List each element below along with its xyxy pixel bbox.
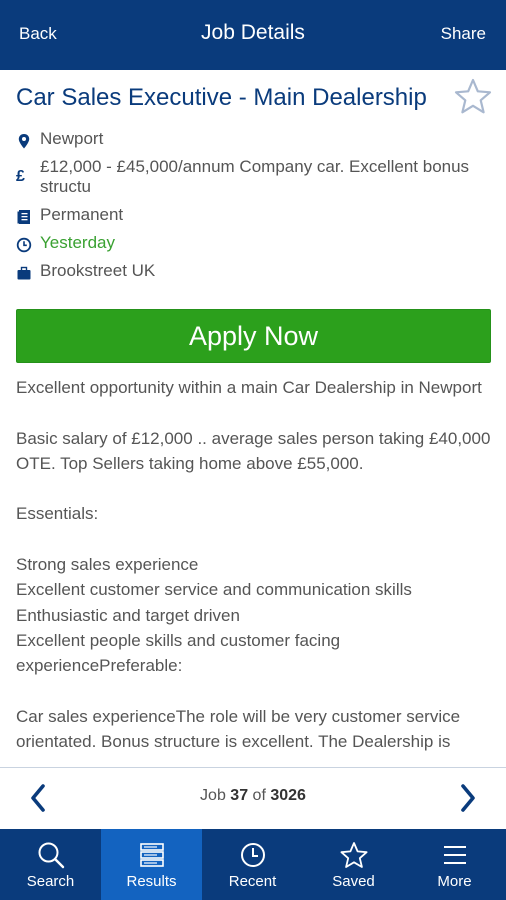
star-icon bbox=[340, 842, 368, 868]
tab-search-label: Search bbox=[26, 873, 75, 890]
job-type: Permanent bbox=[40, 205, 124, 224]
job-posted-date: Yesterday bbox=[40, 233, 115, 252]
share-button[interactable]: Share bbox=[441, 24, 486, 44]
job-salary: £12,000 - £45,000/annum Company car. Exc… bbox=[40, 157, 470, 196]
tab-recent[interactable]: Recent bbox=[202, 829, 303, 900]
page-title: Job Details bbox=[201, 21, 305, 44]
tab-saved[interactable]: Saved bbox=[303, 829, 404, 900]
star-outline-icon bbox=[454, 78, 492, 114]
pager-current: 37 bbox=[230, 787, 249, 804]
save-job-button[interactable] bbox=[454, 78, 492, 114]
tab-more-label: More bbox=[437, 873, 472, 890]
job-salary-row: £ £12,000 - £45,000/annum Company car. E… bbox=[16, 157, 490, 199]
pound-icon: £ bbox=[16, 168, 25, 185]
tab-results-label: Results bbox=[126, 873, 177, 890]
tab-more[interactable]: More bbox=[404, 829, 506, 900]
job-location: Newport bbox=[40, 129, 104, 148]
next-job-chevron-icon[interactable] bbox=[456, 782, 480, 814]
menu-icon bbox=[444, 846, 466, 864]
location-pin-icon bbox=[18, 134, 30, 149]
tab-search[interactable]: Search bbox=[0, 829, 101, 900]
pager-prefix: Job bbox=[200, 787, 226, 804]
job-pager: Job 37 of 3026 bbox=[0, 767, 506, 829]
apply-now-button[interactable]: Apply Now bbox=[16, 309, 491, 363]
tab-results[interactable]: Results bbox=[101, 829, 202, 900]
list-icon bbox=[140, 843, 164, 867]
pager-total: 3026 bbox=[270, 787, 306, 804]
job-company: Brookstreet UK bbox=[40, 261, 156, 280]
briefcase-icon bbox=[17, 266, 31, 280]
job-location-row: Newport bbox=[16, 129, 490, 151]
job-company-row: Brookstreet UK bbox=[16, 261, 490, 283]
document-icon bbox=[17, 210, 30, 224]
job-type-row: Permanent bbox=[16, 205, 490, 227]
job-description: Excellent opportunity within a main Car … bbox=[16, 378, 491, 752]
top-bar: Back Job Details Share bbox=[0, 0, 506, 70]
job-position-indicator: Job 37 of 3026 bbox=[0, 787, 506, 805]
clock-icon bbox=[16, 237, 32, 253]
clock-icon bbox=[241, 843, 265, 867]
bottom-navigation: Search Results Recent Saved More bbox=[0, 829, 506, 900]
search-icon bbox=[38, 842, 65, 869]
pager-of: of bbox=[252, 787, 266, 804]
job-posted-row: Yesterday bbox=[16, 233, 490, 255]
tab-saved-label: Saved bbox=[332, 873, 375, 890]
job-title: Car Sales Executive - Main Dealership bbox=[16, 84, 427, 111]
tab-recent-label: Recent bbox=[228, 873, 277, 890]
